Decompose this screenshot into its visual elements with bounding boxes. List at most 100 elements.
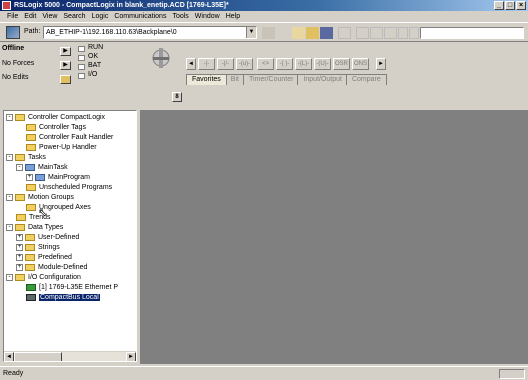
path-combobox[interactable]: AB_ETHIP-1\192.168.110.63\Backplane\0 ▼ — [43, 26, 257, 39]
tree-item-motion-groups[interactable]: - Motion Groups — [6, 193, 74, 203]
tree-item-powerup-handler[interactable]: Power-Up Handler — [26, 143, 97, 153]
bat-led-label: BAT — [88, 62, 102, 69]
task-icon — [25, 163, 35, 171]
save-icon[interactable] — [320, 27, 333, 39]
tree-item-unscheduled-programs[interactable]: Unscheduled Programs — [26, 183, 112, 193]
edits-lock-icon[interactable] — [60, 75, 71, 84]
copy-icon[interactable] — [370, 27, 383, 39]
datatype-icon — [25, 253, 35, 261]
collapse-icon[interactable]: - — [16, 163, 23, 171]
tab-compare[interactable]: Compare — [345, 74, 387, 85]
instr-otl-button[interactable]: -(L)- — [295, 58, 312, 70]
collapse-icon[interactable]: - — [6, 273, 13, 281]
instr-osr-button[interactable]: OSR — [333, 58, 350, 70]
collapse-icon[interactable]: - — [6, 153, 13, 161]
expand-icon[interactable]: + — [16, 233, 23, 241]
tree-item-module-defined[interactable]: + Module-Defined — [16, 263, 87, 273]
bat-led — [78, 64, 85, 70]
tree-item-data-types[interactable]: - Data Types — [6, 223, 63, 233]
datatype-icon — [25, 263, 35, 271]
menu-search[interactable]: Search — [60, 11, 88, 22]
folder-icon — [15, 113, 25, 121]
close-button[interactable]: × — [516, 1, 526, 10]
folder-icon — [16, 213, 26, 221]
tree-item-strings[interactable]: + Strings — [16, 243, 60, 253]
tree-item-maintask[interactable]: - MainTask — [16, 163, 68, 173]
instr-otu-button[interactable]: -(U)- — [314, 58, 331, 70]
expand-icon[interactable]: + — [16, 253, 23, 261]
mdi-workspace[interactable] — [140, 110, 528, 364]
instr-xio-button[interactable]: -|/- — [217, 58, 234, 70]
instr-scroll-left[interactable]: ◄ — [186, 58, 196, 70]
search-input[interactable] — [420, 27, 524, 39]
window-title: RSLogix 5000 - CompactLogix in blank_ene… — [14, 2, 229, 9]
paste-icon[interactable] — [384, 27, 397, 39]
status-cell — [499, 369, 525, 379]
tree-item-controller-tags[interactable]: Controller Tags — [26, 123, 86, 133]
tree-item-user-defined[interactable]: + User-Defined — [16, 233, 79, 243]
expand-icon[interactable]: + — [16, 243, 23, 251]
window-controls: _ □ × — [494, 1, 526, 10]
tree-item-tasks[interactable]: - Tasks — [6, 153, 46, 163]
menu-window[interactable]: Window — [192, 11, 223, 22]
instr-branch-button[interactable]: -(u)- — [236, 58, 253, 70]
open-folder-icon[interactable] — [306, 27, 319, 39]
status-bar: Ready — [0, 366, 528, 380]
tree-item-ungrouped-axes[interactable]: Ungrouped Axes — [26, 203, 91, 213]
run-led — [78, 46, 85, 52]
tab-timer-counter[interactable]: Timer/Counter — [242, 74, 300, 85]
app-icon — [2, 1, 11, 10]
undo-icon[interactable] — [398, 27, 408, 39]
menu-logic[interactable]: Logic — [89, 11, 112, 22]
datatype-icon — [25, 233, 35, 241]
who-active-icon[interactable] — [262, 27, 275, 39]
collapse-icon[interactable]: - — [6, 223, 13, 231]
key-button[interactable]: 8 — [172, 92, 182, 102]
collapse-icon[interactable]: - — [6, 193, 13, 201]
menu-tools[interactable]: Tools — [169, 11, 191, 22]
tree-item-compactbus-local[interactable]: CompactBus Local — [26, 293, 100, 303]
scroll-thumb[interactable] — [14, 352, 62, 361]
maximize-button[interactable]: □ — [505, 1, 515, 10]
scroll-left-arrow-icon[interactable]: ◄ — [4, 352, 14, 361]
menu-communications[interactable]: Communications — [111, 11, 169, 22]
menu-help[interactable]: Help — [223, 11, 243, 22]
horizontal-scrollbar[interactable]: ◄ ► — [4, 351, 136, 361]
expand-icon[interactable]: + — [16, 263, 23, 271]
tree-item-ethernet-module[interactable]: [1] 1769-L35E Ethernet P — [26, 283, 118, 293]
instr-xic-button[interactable]: -|- — [198, 58, 215, 70]
cut-icon[interactable] — [356, 27, 369, 39]
tab-bit[interactable]: Bit — [224, 74, 245, 85]
menu-file[interactable]: File — [4, 11, 21, 22]
instr-ote-button[interactable]: -( )- — [276, 58, 293, 70]
menu-view[interactable]: View — [39, 11, 60, 22]
tree-item-predefined[interactable]: + Predefined — [16, 253, 72, 263]
tab-input-output[interactable]: Input/Output — [297, 74, 348, 85]
menu-edit[interactable]: Edit — [21, 11, 39, 22]
redo-icon[interactable] — [409, 27, 419, 39]
forces-menu-button[interactable]: ▶ — [60, 61, 71, 70]
print-icon[interactable] — [338, 27, 351, 39]
expand-icon[interactable]: + — [26, 173, 33, 181]
new-file-icon[interactable] — [292, 27, 305, 39]
mode-menu-button[interactable]: ▶ — [60, 47, 71, 56]
minimize-button[interactable]: _ — [494, 1, 504, 10]
tree-item-controller[interactable]: - Controller CompactLogix — [6, 113, 105, 123]
network-icon[interactable] — [6, 26, 20, 39]
tree-item-mainprogram[interactable]: + MainProgram — [26, 173, 90, 183]
collapse-icon[interactable]: - — [6, 113, 13, 121]
path-label: Path: — [24, 28, 41, 35]
instr-scroll-right[interactable]: ► — [376, 58, 386, 70]
tree-item-fault-handler[interactable]: Controller Fault Handler — [26, 133, 113, 143]
scroll-right-arrow-icon[interactable]: ► — [126, 352, 136, 361]
tree-item-io-configuration[interactable]: - I/O Configuration — [6, 273, 81, 283]
instr-rung-button[interactable]: <> — [257, 58, 274, 70]
edits-status: No Edits — [2, 74, 29, 81]
chevron-down-icon[interactable]: ▼ — [246, 27, 256, 38]
folder-icon — [15, 153, 25, 161]
folder-icon — [26, 203, 36, 211]
io-led — [78, 73, 85, 79]
instruction-toolbar: ◄ -|- -|/- -(u)- <> -( )- -(L)- -(U)- OS… — [186, 58, 414, 72]
instr-ons-button[interactable]: ONS — [352, 58, 369, 70]
tab-favorites[interactable]: Favorites — [186, 74, 227, 85]
